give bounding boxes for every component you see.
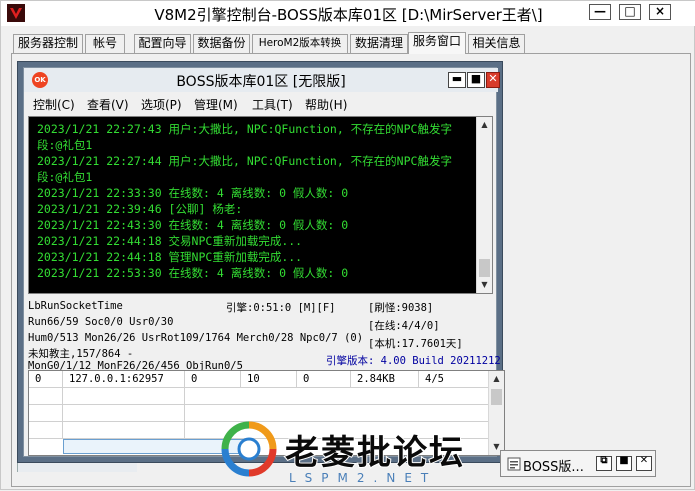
status-engine: 引擎:0:51:0 [M][F] bbox=[226, 302, 336, 314]
menu-control[interactable]: 控制(C) bbox=[33, 96, 75, 113]
restore-icon: ⧉ bbox=[600, 455, 608, 466]
log-line: 2023/1/21 22:27:44 用户:大撒比, NPC:QFunction… bbox=[37, 154, 452, 168]
boss-window-frame: OK BOSS版本库01区 [无限版] ▬ ■ ✕ 控制(C) 查看(V) 选项… bbox=[23, 67, 505, 457]
title-bar[interactable]: V8M2引擎控制台-BOSS版本库01区 [D:\MirServer王者\] —… bbox=[1, 1, 695, 26]
log-line: 2023/1/21 22:53:30 在线数: 4 离线数: 0 假人数: 0 bbox=[37, 266, 349, 280]
minimized-boss-window[interactable]: BOSS版... ⧉ ■ ✕ bbox=[500, 450, 656, 477]
minimize-icon: — bbox=[594, 4, 606, 18]
tab-account[interactable]: 帐号 bbox=[85, 34, 125, 53]
maximize-icon: ■ bbox=[619, 455, 629, 466]
log-line: 2023/1/21 22:44:18 交易NPC重新加载完成... bbox=[37, 234, 303, 248]
window-icon bbox=[507, 457, 521, 471]
maximize-icon: ■ bbox=[470, 72, 482, 85]
grid-cell: 0 bbox=[185, 371, 241, 388]
grid-cell bbox=[29, 388, 63, 405]
log-scrollbar[interactable]: ▲ ▼ bbox=[476, 117, 492, 293]
close-icon: ✕ bbox=[488, 72, 498, 85]
tab-server-control[interactable]: 服务器控制 bbox=[13, 34, 83, 53]
log-line: 段:@礼包1 bbox=[37, 138, 93, 152]
boss-maximize-button[interactable]: ■ bbox=[467, 72, 485, 88]
grid-cell: 2.84KB bbox=[351, 371, 419, 388]
close-button[interactable]: × bbox=[649, 4, 671, 20]
minimized-window-title: BOSS版... bbox=[523, 460, 584, 475]
menu-manage[interactable]: 管理(M) bbox=[194, 96, 238, 113]
log-line: 2023/1/21 22:44:18 管理NPC重新加载完成... bbox=[37, 250, 303, 264]
menu-tools[interactable]: 工具(T) bbox=[252, 96, 293, 113]
menu-bar: 控制(C) 查看(V) 选项(P) 管理(M) 工具(T) 帮助(H) bbox=[24, 94, 498, 114]
menu-help[interactable]: 帮助(H) bbox=[305, 96, 347, 113]
boss-minimize-button[interactable]: ▬ bbox=[448, 72, 466, 88]
boss-window-title: BOSS版本库01区 [无限版] bbox=[176, 74, 346, 90]
maximize-icon: □ bbox=[624, 4, 636, 18]
grid-cell bbox=[63, 422, 185, 439]
watermark-subtext: LSPM2.NET bbox=[289, 471, 438, 485]
grid-cell: 0 bbox=[29, 371, 63, 388]
tab-about[interactable]: 相关信息 bbox=[468, 34, 525, 53]
maximize-button[interactable]: ■ bbox=[616, 455, 632, 471]
grid-cell bbox=[29, 422, 63, 439]
grid-cell: 10 bbox=[241, 371, 297, 388]
tab-herom2-convert[interactable]: HeroM2版本转换 bbox=[252, 34, 348, 53]
status-run: Run66/59 Soc0/0 Usr0/30 bbox=[28, 316, 174, 328]
tab-service-window[interactable]: 服务窗口 bbox=[408, 32, 466, 54]
log-console[interactable]: 2023/1/21 22:27:43 用户:大撒比, NPC:QFunction… bbox=[28, 116, 493, 294]
grid-cell bbox=[63, 405, 185, 422]
scroll-down-icon[interactable]: ▼ bbox=[477, 277, 492, 293]
close-icon: × bbox=[654, 4, 666, 18]
watermark-text: 老菱批论坛 bbox=[284, 432, 465, 474]
grid-cell bbox=[63, 388, 185, 405]
grid-cell: 127.0.0.1:62957 bbox=[63, 371, 185, 388]
grid-cell: 4/5 bbox=[419, 371, 489, 388]
close-button[interactable]: ✕ bbox=[636, 455, 652, 471]
maximize-button[interactable]: □ bbox=[619, 4, 641, 20]
engine-version: 引擎版本: 4.00 Build 20211212 bbox=[326, 355, 501, 367]
grid-cell bbox=[29, 405, 63, 422]
close-icon: ✕ bbox=[639, 455, 649, 466]
table-row[interactable] bbox=[29, 388, 489, 405]
scroll-thumb[interactable] bbox=[491, 389, 502, 405]
menu-view[interactable]: 查看(V) bbox=[87, 96, 129, 113]
log-line: 2023/1/21 22:39:46 [公聊] 杨老: bbox=[37, 202, 243, 216]
scroll-up-icon[interactable]: ▲ bbox=[477, 117, 492, 133]
status-refresh: [刷怪:9038] bbox=[368, 302, 434, 314]
status-hum: Hum0/513 Mon26/26 UsrRot109/1764 Merch0/… bbox=[28, 332, 364, 344]
tab-data-cleanup[interactable]: 数据清理 bbox=[350, 34, 408, 53]
watermark: 老菱批论坛 LSPM2.NET bbox=[219, 419, 499, 491]
scroll-up-icon[interactable]: ▲ bbox=[489, 371, 504, 387]
main-window: V8M2引擎控制台-BOSS版本库01区 [D:\MirServer王者\] —… bbox=[0, 0, 695, 490]
status-online: [在线:4/4/0] bbox=[368, 320, 440, 332]
table-row[interactable]: 0 127.0.0.1:62957 0 10 0 2.84KB 4/5 bbox=[29, 371, 489, 388]
watermark-logo-icon bbox=[221, 421, 277, 477]
boss-window: OK BOSS版本库01区 [无限版] ▬ ■ ✕ 控制(C) 查看(V) 选项… bbox=[17, 61, 505, 463]
log-line: 段:@礼包1 bbox=[37, 170, 93, 184]
menu-options[interactable]: 选项(P) bbox=[141, 96, 182, 113]
status-unknown: 未知教主,157/864 - bbox=[28, 348, 134, 360]
minimize-button[interactable]: — bbox=[589, 4, 611, 20]
tab-data-backup[interactable]: 数据备份 bbox=[193, 34, 250, 53]
log-line: 2023/1/21 22:27:43 用户:大撒比, NPC:QFunction… bbox=[37, 122, 452, 136]
boss-window-title-bar[interactable]: OK BOSS版本库01区 [无限版] ▬ ■ ✕ bbox=[24, 68, 500, 92]
boss-close-button[interactable]: ✕ bbox=[486, 72, 500, 88]
log-line: 2023/1/21 22:33:30 在线数: 4 离线数: 0 假人数: 0 bbox=[37, 186, 349, 200]
restore-button[interactable]: ⧉ bbox=[596, 455, 612, 471]
status-local: [本机:17.7601天] bbox=[368, 338, 463, 350]
minimize-icon: ▬ bbox=[451, 72, 463, 85]
status-socket: LbRunSocketTime bbox=[28, 300, 123, 312]
grid-cell: 0 bbox=[297, 371, 351, 388]
scroll-thumb[interactable] bbox=[479, 259, 490, 277]
tab-config-wizard[interactable]: 配置向导 bbox=[134, 34, 191, 53]
log-line: 2023/1/21 22:43:30 在线数: 4 离线数: 0 假人数: 0 bbox=[37, 218, 349, 232]
